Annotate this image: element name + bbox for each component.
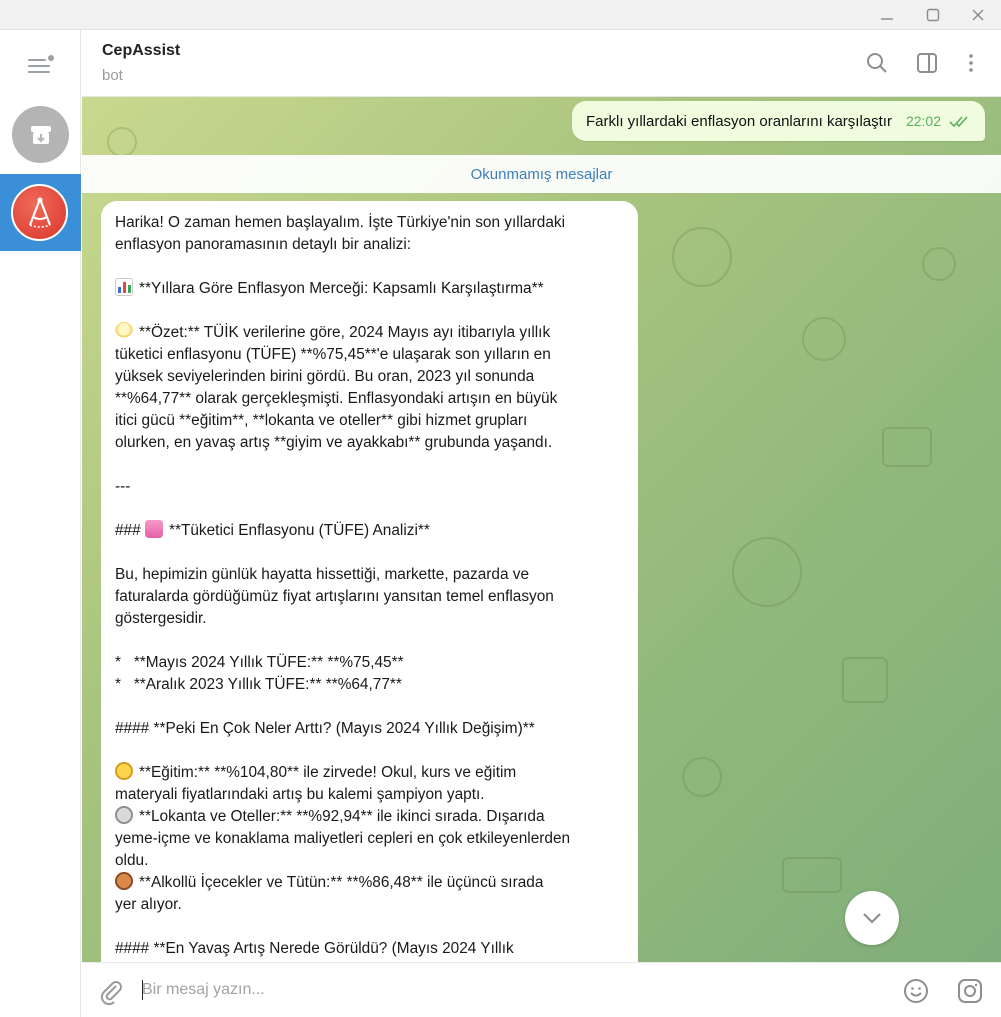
silver-medal-emoji-icon <box>115 806 133 824</box>
maximize-button[interactable] <box>910 0 956 30</box>
background-doodle <box>882 427 932 467</box>
background-doodle <box>672 227 732 287</box>
message-line <box>115 696 624 718</box>
message-line: yüksek seviyelerinden birini gördü. Bu o… <box>115 368 535 385</box>
message-line <box>115 454 624 476</box>
chat-item-cepassist[interactable] <box>0 174 81 251</box>
chat-area[interactable]: Farklı yıllardaki enflasyon oranlarını k… <box>82 97 1001 962</box>
message-line: faturalarda gördüğümüz fiyat artışlarını… <box>115 588 554 605</box>
paperclip-icon <box>100 981 122 1006</box>
message-line: Bu, hepimizin günlük hayatta hissettiği,… <box>115 566 530 583</box>
more-options-button[interactable] <box>956 48 986 78</box>
chat-header: CepAssist bot <box>82 30 1001 97</box>
bar-chart-emoji-icon <box>115 278 133 296</box>
background-doodle <box>922 247 956 281</box>
incoming-message[interactable]: Harika! O zaman hemen başlayalım. İşte T… <box>101 201 638 962</box>
message-line <box>115 916 624 938</box>
message-time: 22:02 <box>905 113 941 129</box>
unread-messages-divider: Okunmamış mesajlar <box>82 155 1001 193</box>
message-line: **%64,77** olarak gerçekleşmişti. Enflas… <box>115 390 558 407</box>
background-doodle <box>802 317 846 361</box>
gold-medal-emoji-icon <box>115 762 133 780</box>
background-doodle <box>732 537 802 607</box>
message-input[interactable] <box>142 977 882 1003</box>
message-line: * **Mayıs 2024 Yıllık TÜFE:** **%75,45** <box>115 654 404 671</box>
camera-button[interactable] <box>955 976 985 1006</box>
unread-label: Okunmamış mesajlar <box>470 165 613 183</box>
message-line: **Alkollü İçecekler ve Tütün:** **%86,48… <box>115 872 624 894</box>
archive-icon <box>30 125 51 144</box>
message-line: #### **Peki En Çok Neler Arttı? (Mayıs 2… <box>115 720 535 737</box>
more-vertical-icon <box>969 54 973 72</box>
chat-title[interactable]: CepAssist <box>102 42 180 60</box>
search-button[interactable] <box>862 48 892 78</box>
message-line: materyali fiyatlarındaki artış bu kalemi… <box>115 786 485 803</box>
emoji-icon <box>904 979 928 1003</box>
message-line: tüketici enflasyonu (TÜFE) **%75,45**'e … <box>115 346 551 363</box>
avatar <box>11 184 68 241</box>
message-line: yeme-içme ve konaklama maliyetleri ceple… <box>115 830 571 847</box>
shopping-bags-emoji-icon <box>144 520 163 538</box>
search-icon <box>867 53 887 73</box>
background-doodle <box>782 857 842 893</box>
outgoing-message[interactable]: Farklı yıllardaki enflasyon oranlarını k… <box>572 101 985 141</box>
scroll-to-bottom-button[interactable] <box>845 891 899 945</box>
text-caret <box>142 980 143 1000</box>
message-line: olurken, en yavaş artış **giyim ve ayakk… <box>115 434 553 451</box>
compass-logo-icon <box>28 197 51 228</box>
background-doodle <box>107 127 137 157</box>
message-line: **Özet:** TÜİK verilerine göre, 2024 May… <box>115 322 624 344</box>
bronze-medal-emoji-icon <box>115 872 133 890</box>
message-line <box>115 630 624 652</box>
message-line: enflasyon panoramasının detaylı bir anal… <box>115 236 412 253</box>
message-line: --- <box>115 478 131 495</box>
chat-subtitle: bot <box>102 67 123 84</box>
message-line: itici gücü **eğitim**, **lokanta ve otel… <box>115 412 528 429</box>
message-line: **Yıllara Göre Enflasyon Merceği: Kapsam… <box>115 278 624 300</box>
message-line: * **Aralık 2023 Yıllık TÜFE:** **%64,77*… <box>115 676 402 693</box>
message-text: Farklı yıllardaki enflasyon oranlarını k… <box>586 112 892 130</box>
message-line <box>115 542 624 564</box>
window-titlebar <box>0 0 1001 30</box>
message-line: Harika! O zaman hemen başlayalım. İşte T… <box>115 214 566 231</box>
sidebar-toggle-icon <box>917 53 937 73</box>
message-line <box>115 498 624 520</box>
chat-list-column <box>0 30 81 1017</box>
message-line: göstergesidir. <box>115 610 207 627</box>
message-line <box>115 256 624 278</box>
background-doodle <box>842 657 888 703</box>
chevron-down-icon <box>863 913 881 924</box>
message-line <box>115 740 624 762</box>
emoji-button[interactable] <box>901 976 931 1006</box>
message-line: **Eğitim:** **%104,80** ile zirvede! Oku… <box>115 762 624 784</box>
minimize-button[interactable] <box>864 0 910 30</box>
instagram-camera-icon <box>958 979 982 1003</box>
read-ticks-icon <box>949 115 971 127</box>
archive-folder-button[interactable] <box>12 106 69 163</box>
menu-icon[interactable] <box>24 51 58 79</box>
notification-dot <box>48 55 54 61</box>
sidebar-toggle-button[interactable] <box>912 48 942 78</box>
message-line: #### **En Yavaş Artış Nerede Görüldü? (M… <box>115 940 514 957</box>
background-doodle <box>682 757 722 797</box>
message-line: **Lokanta ve Oteller:** **%92,94** ile i… <box>115 806 624 828</box>
message-line: oldu. <box>115 852 149 869</box>
attach-button[interactable] <box>96 976 126 1006</box>
message-composer <box>82 962 1001 1017</box>
message-line: ### **Tüketici Enflasyonu (TÜFE) Analizi… <box>115 520 430 539</box>
close-window-button[interactable] <box>955 0 1001 30</box>
message-line <box>115 300 624 322</box>
light-bulb-emoji-icon <box>115 322 133 340</box>
message-line: yer alıyor. <box>115 896 182 913</box>
